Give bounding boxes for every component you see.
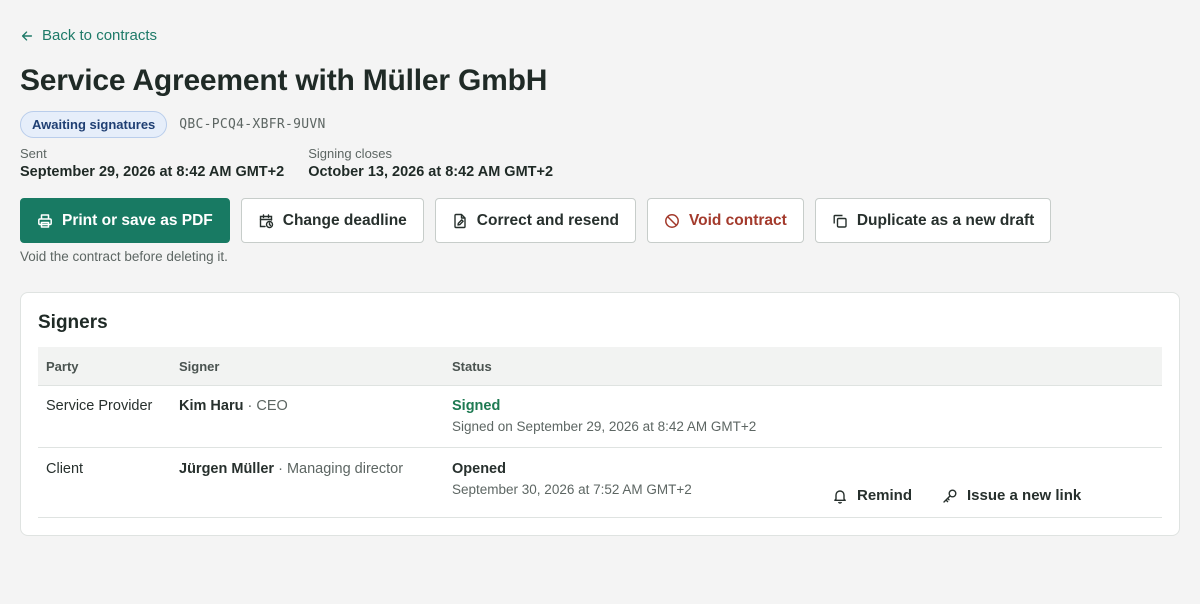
void-contract-label: Void contract	[688, 211, 787, 229]
signing-closes-value: October 13, 2026 at 8:42 AM GMT+2	[308, 164, 554, 180]
sent-value: September 29, 2026 at 8:42 AM GMT+2	[20, 164, 285, 180]
copy-icon	[833, 214, 847, 228]
header-signer: Signer	[179, 358, 220, 374]
contract-dates: Sent September 29, 2026 at 8:42 AM GMT+2…	[20, 146, 553, 180]
contract-meta: Awaiting signatures QBC-PCQ4-XBFR-9UVN	[20, 111, 326, 138]
signer-role: · Managing director	[274, 461, 404, 477]
signing-closes-date: Signing closes October 13, 2026 at 8:42 …	[308, 146, 553, 180]
key-icon	[943, 489, 957, 503]
issue-new-link-button[interactable]: Issue a new link	[942, 487, 1081, 504]
correct-resend-label: Correct and resend	[476, 211, 619, 229]
row-party: Client	[46, 461, 84, 477]
sent-date: Sent September 29, 2026 at 8:42 AM GMT+2	[20, 146, 284, 180]
row-actions	[832, 398, 1162, 447]
calendar-clock-icon	[259, 213, 273, 228]
signer-name: Kim Haru	[179, 398, 244, 414]
row-status: Signed Signed on September 29, 2026 at 8…	[452, 398, 832, 447]
print-pdf-button[interactable]: Print or save as PDF	[20, 198, 230, 243]
change-deadline-button[interactable]: Change deadline	[240, 198, 424, 243]
ban-icon	[664, 213, 679, 228]
row-status: Opened September 30, 2026 at 7:52 AM GMT…	[452, 461, 832, 517]
row-signer: Kim Haru · CEO	[179, 398, 452, 447]
table-header: Party Signer Status	[38, 347, 1162, 386]
row-actions: Remind Issue a new link	[832, 461, 1162, 517]
signers-table: Party Signer Status Service Provider Kim…	[38, 347, 1162, 518]
bell-icon	[834, 489, 846, 504]
signing-closes-label: Signing closes	[308, 146, 393, 161]
file-edit-icon	[454, 213, 466, 228]
back-to-contracts-link[interactable]: Back to contracts	[20, 27, 157, 44]
status-signed: Signed	[452, 398, 501, 414]
sent-label: Sent	[20, 146, 47, 161]
printer-icon	[38, 213, 52, 228]
correct-resend-button[interactable]: Correct and resend	[434, 198, 636, 243]
table-row: Client Jürgen Müller · Managing director…	[38, 448, 1162, 518]
status-opened: Opened	[452, 461, 506, 477]
row-signer: Jürgen Müller · Managing director	[179, 461, 452, 517]
signers-card: Signers Party Signer Status Service Prov…	[20, 292, 1180, 536]
row-party: Service Provider	[46, 398, 153, 414]
remind-label: Remind	[857, 487, 913, 504]
arrow-left-icon	[21, 30, 33, 41]
status-detail: Signed on September 29, 2026 at 8:42 AM …	[452, 419, 757, 434]
duplicate-draft-label: Duplicate as a new draft	[856, 211, 1035, 229]
back-link-label: Back to contracts	[42, 27, 158, 44]
issue-new-link-label: Issue a new link	[967, 487, 1082, 504]
contract-detail-page: Back to contracts Service Agreement with…	[0, 0, 1200, 604]
contract-id: QBC-PCQ4-XBFR-9UVN	[179, 117, 326, 132]
void-contract-button[interactable]: Void contract	[646, 198, 804, 243]
print-pdf-label: Print or save as PDF	[62, 211, 213, 229]
status-badge: Awaiting signatures	[20, 111, 168, 138]
void-hint-text: Void the contract before deleting it.	[20, 249, 228, 264]
page-title: Service Agreement with Müller GmbH	[20, 64, 548, 97]
header-status: Status	[452, 358, 492, 374]
table-row: Service Provider Kim Haru · CEO Signed S…	[38, 386, 1162, 448]
header-party: Party	[46, 358, 79, 374]
duplicate-draft-button[interactable]: Duplicate as a new draft	[814, 198, 1052, 243]
signers-title: Signers	[38, 312, 108, 333]
remind-button[interactable]: Remind	[832, 487, 912, 504]
signer-role: · CEO	[243, 398, 288, 414]
signer-name: Jürgen Müller	[179, 461, 275, 477]
contract-actions: Print or save as PDF Change deadline Cor…	[20, 198, 1052, 243]
status-detail: September 30, 2026 at 7:52 AM GMT+2	[452, 482, 692, 497]
change-deadline-label: Change deadline	[282, 211, 407, 229]
